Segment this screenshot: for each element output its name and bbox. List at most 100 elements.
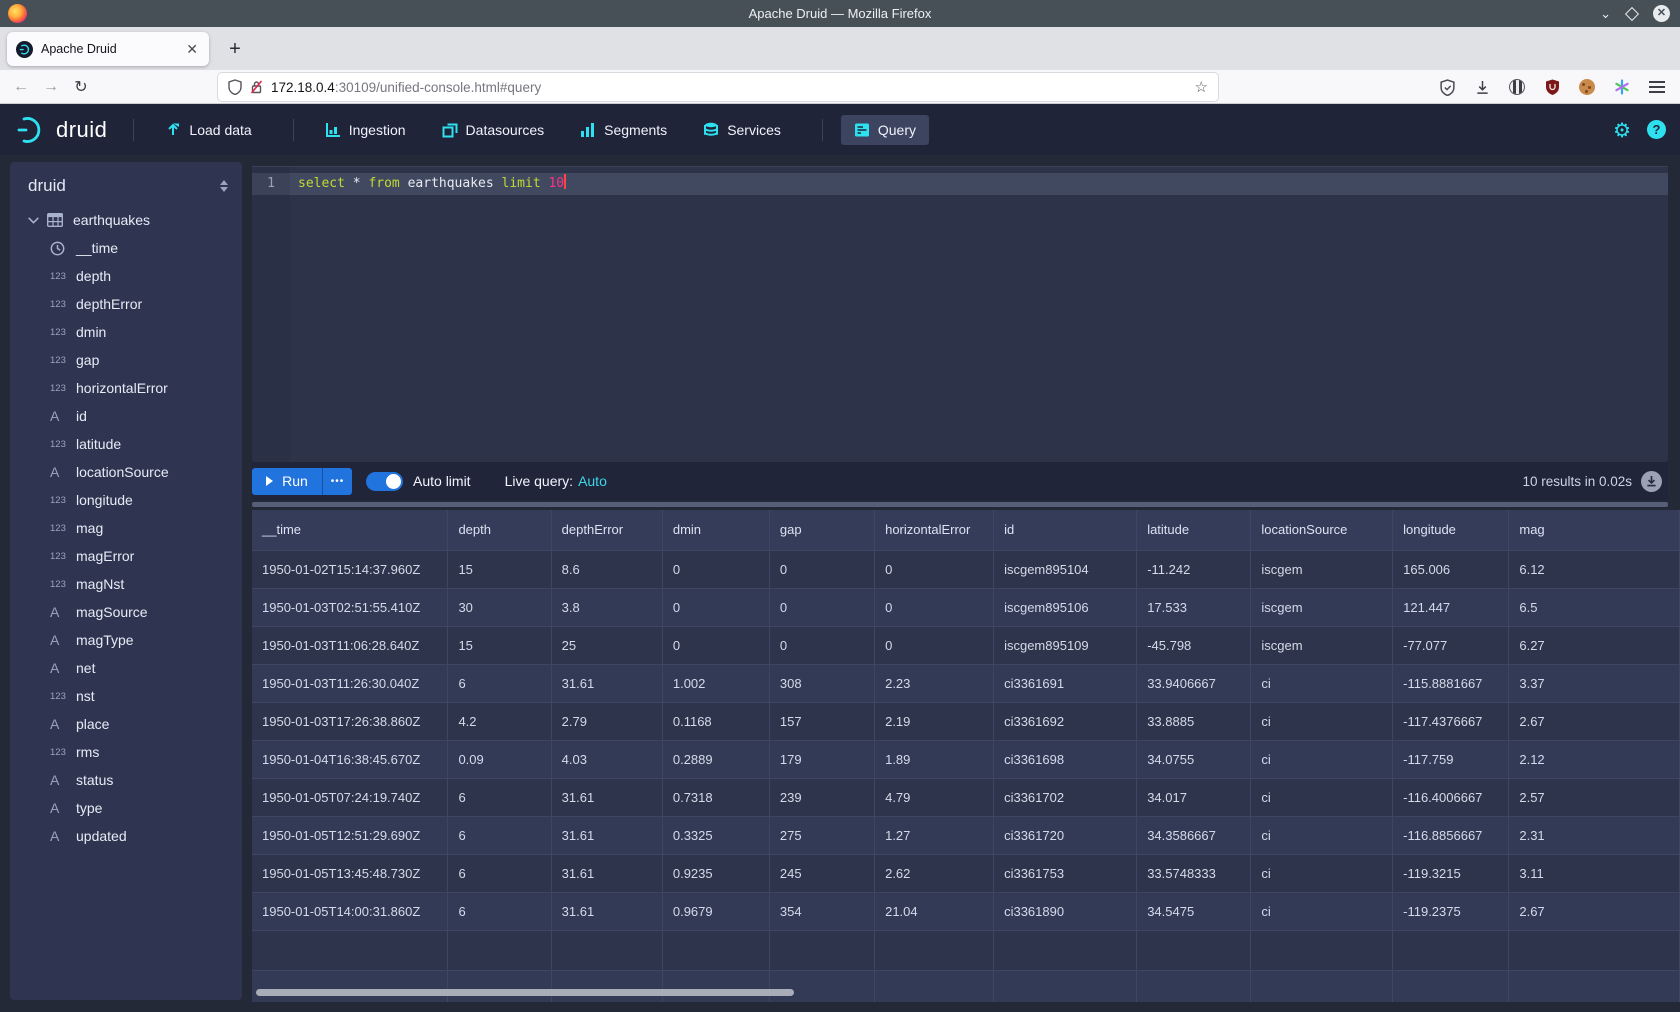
ublock-origin-icon[interactable] bbox=[1543, 78, 1561, 96]
result-cell[interactable]: 4.2 bbox=[448, 702, 551, 740]
result-cell[interactable]: 33.8885 bbox=[1137, 702, 1251, 740]
result-cell[interactable]: 1.002 bbox=[662, 664, 769, 702]
result-cell[interactable]: ci bbox=[1251, 892, 1393, 930]
nav-item-segments[interactable]: Segments bbox=[567, 115, 680, 145]
result-cell[interactable]: 0.09 bbox=[448, 740, 551, 778]
result-cell[interactable]: 33.5748333 bbox=[1137, 854, 1251, 892]
result-cell[interactable]: 2.12 bbox=[1509, 740, 1680, 778]
column-header-gap[interactable]: gap bbox=[769, 510, 874, 550]
result-cell[interactable]: ci3361702 bbox=[994, 778, 1137, 816]
result-cell[interactable]: iscgem bbox=[1251, 626, 1393, 664]
result-cell[interactable]: 0 bbox=[769, 550, 874, 588]
result-cell[interactable]: 2.23 bbox=[875, 664, 994, 702]
result-cell[interactable]: 0.3325 bbox=[662, 816, 769, 854]
result-cell[interactable]: 121.447 bbox=[1393, 588, 1509, 626]
result-cell[interactable]: 1950-01-02T15:14:37.960Z bbox=[252, 550, 448, 588]
sidebar-column-mag[interactable]: 123mag bbox=[10, 514, 242, 542]
column-header-dmin[interactable]: dmin bbox=[662, 510, 769, 550]
url-bar[interactable]: 172.18.0.4:30109/unified-console.html#qu… bbox=[218, 73, 1218, 101]
sidebar-column-latitude[interactable]: 123latitude bbox=[10, 430, 242, 458]
result-cell[interactable]: 1950-01-05T07:24:19.740Z bbox=[252, 778, 448, 816]
tracking-shield-icon[interactable] bbox=[228, 79, 242, 95]
result-cell[interactable]: 0 bbox=[875, 626, 994, 664]
sidebar-column-depthError[interactable]: 123depthError bbox=[10, 290, 242, 318]
result-cell[interactable]: 0.9679 bbox=[662, 892, 769, 930]
nav-item-query[interactable]: Query bbox=[841, 115, 929, 145]
result-cell[interactable]: 2.67 bbox=[1509, 702, 1680, 740]
new-tab-button[interactable]: + bbox=[222, 37, 248, 61]
result-cell[interactable]: 3.8 bbox=[551, 588, 662, 626]
reload-icon[interactable]: ↻ bbox=[66, 77, 96, 97]
result-cell[interactable]: 21.04 bbox=[875, 892, 994, 930]
result-cell[interactable]: iscgem895106 bbox=[994, 588, 1137, 626]
result-cell[interactable]: 0.9235 bbox=[662, 854, 769, 892]
result-cell[interactable]: 157 bbox=[769, 702, 874, 740]
column-header-longitude[interactable]: longitude bbox=[1393, 510, 1509, 550]
result-cell[interactable]: 1950-01-04T16:38:45.670Z bbox=[252, 740, 448, 778]
result-cell[interactable]: 6 bbox=[448, 854, 551, 892]
result-cell[interactable]: 4.79 bbox=[875, 778, 994, 816]
result-cell[interactable]: ci bbox=[1251, 854, 1393, 892]
result-cell[interactable]: 6 bbox=[448, 816, 551, 854]
sql-editor[interactable]: 1 select * from earthquakes limit 10 bbox=[252, 166, 1668, 462]
result-cell[interactable]: 34.5475 bbox=[1137, 892, 1251, 930]
result-cell[interactable]: -117.759 bbox=[1393, 740, 1509, 778]
result-cell[interactable]: 0.7318 bbox=[662, 778, 769, 816]
result-cell[interactable]: 1950-01-05T14:00:31.860Z bbox=[252, 892, 448, 930]
double-caret-icon[interactable] bbox=[220, 180, 228, 192]
result-cell[interactable]: 3.11 bbox=[1509, 854, 1680, 892]
result-cell[interactable]: 34.017 bbox=[1137, 778, 1251, 816]
sidebar-column-type[interactable]: Atype bbox=[10, 794, 242, 822]
sidebar-column-gap[interactable]: 123gap bbox=[10, 346, 242, 374]
result-cell[interactable]: -77.077 bbox=[1393, 626, 1509, 664]
result-cell[interactable]: 3.37 bbox=[1509, 664, 1680, 702]
result-cell[interactable]: 6 bbox=[448, 778, 551, 816]
result-cell[interactable]: -115.8881667 bbox=[1393, 664, 1509, 702]
result-cell[interactable]: ci bbox=[1251, 816, 1393, 854]
result-cell[interactable]: 165.006 bbox=[1393, 550, 1509, 588]
result-cell[interactable]: ci bbox=[1251, 702, 1393, 740]
result-cell[interactable]: 1950-01-03T11:06:28.640Z bbox=[252, 626, 448, 664]
result-cell[interactable]: 245 bbox=[769, 854, 874, 892]
sidebar-column-magType[interactable]: AmagType bbox=[10, 626, 242, 654]
sidebar-column-rms[interactable]: 123rms bbox=[10, 738, 242, 766]
result-cell[interactable]: 34.0755 bbox=[1137, 740, 1251, 778]
result-cell[interactable]: 1.27 bbox=[875, 816, 994, 854]
result-cell[interactable]: 0 bbox=[769, 588, 874, 626]
sidebar-column-magNst[interactable]: 123magNst bbox=[10, 570, 242, 598]
window-close-icon[interactable]: ✕ bbox=[1653, 5, 1670, 22]
nav-item-ingestion[interactable]: Ingestion bbox=[312, 115, 419, 145]
result-cell[interactable]: 0 bbox=[662, 588, 769, 626]
result-cell[interactable]: 1.89 bbox=[875, 740, 994, 778]
consent-asterisk-icon[interactable] bbox=[1613, 78, 1631, 96]
result-cell[interactable]: 0 bbox=[875, 550, 994, 588]
result-cell[interactable]: ci3361691 bbox=[994, 664, 1137, 702]
result-cell[interactable]: iscgem895104 bbox=[994, 550, 1137, 588]
result-cell[interactable]: 4.03 bbox=[551, 740, 662, 778]
result-cell[interactable]: 0 bbox=[662, 550, 769, 588]
result-cell[interactable]: 8.6 bbox=[551, 550, 662, 588]
window-maximize-icon[interactable] bbox=[1625, 6, 1639, 20]
column-header-depth[interactable]: depth bbox=[448, 510, 551, 550]
chevron-down-icon[interactable] bbox=[28, 217, 39, 224]
column-header-__time[interactable]: __time bbox=[252, 510, 448, 550]
result-cell[interactable]: 15 bbox=[448, 550, 551, 588]
result-cell[interactable]: ci bbox=[1251, 778, 1393, 816]
back-icon[interactable]: ← bbox=[6, 78, 36, 96]
result-cell[interactable]: 308 bbox=[769, 664, 874, 702]
result-cell[interactable]: 1950-01-03T02:51:55.410Z bbox=[252, 588, 448, 626]
result-cell[interactable]: 34.3586667 bbox=[1137, 816, 1251, 854]
result-cell[interactable]: 25 bbox=[551, 626, 662, 664]
sidebar-column-longitude[interactable]: 123longitude bbox=[10, 486, 242, 514]
cookie-extension-icon[interactable] bbox=[1578, 78, 1596, 96]
result-cell[interactable]: 239 bbox=[769, 778, 874, 816]
result-cell[interactable]: 31.61 bbox=[551, 854, 662, 892]
sidebar-column-depth[interactable]: 123depth bbox=[10, 262, 242, 290]
result-cell[interactable]: 31.61 bbox=[551, 664, 662, 702]
result-cell[interactable]: 179 bbox=[769, 740, 874, 778]
sidebar-column-id[interactable]: Aid bbox=[10, 402, 242, 430]
result-cell[interactable]: -119.2375 bbox=[1393, 892, 1509, 930]
result-cell[interactable]: -116.4006667 bbox=[1393, 778, 1509, 816]
sidebar-column-nst[interactable]: 123nst bbox=[10, 682, 242, 710]
sidebar-column-status[interactable]: Astatus bbox=[10, 766, 242, 794]
